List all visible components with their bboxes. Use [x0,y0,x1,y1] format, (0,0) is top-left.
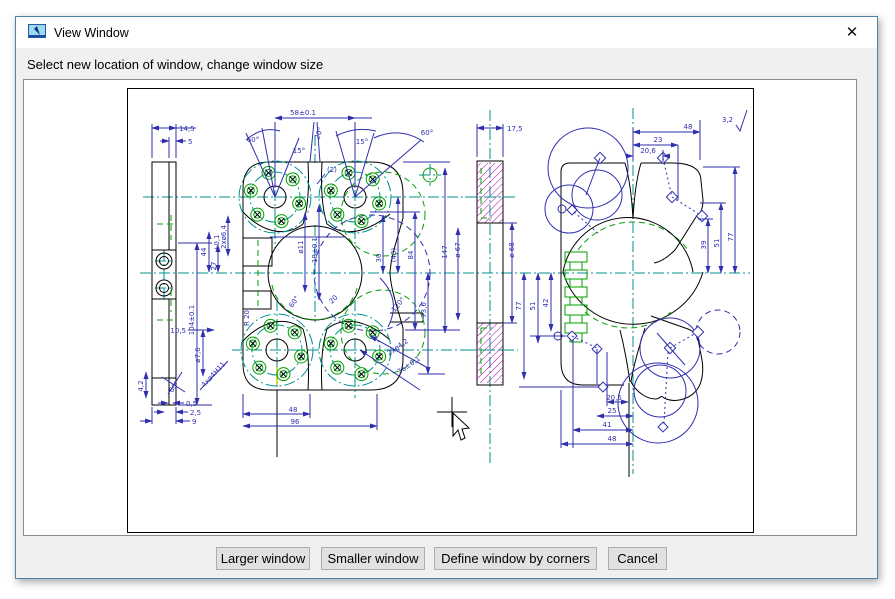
larger-window-button[interactable]: Larger window [216,547,310,570]
drawing-canvas[interactable] [23,79,857,536]
dialog-instruction: Select new location of window, change wi… [27,57,323,72]
smaller-window-button[interactable]: Smaller window [321,547,425,570]
titlebar: View Window ✕ [16,17,877,48]
view-window-dialog: View Window ✕ Select new location of win… [15,16,878,579]
close-button[interactable]: ✕ [837,22,867,44]
define-window-by-corners-button[interactable]: Define window by corners [434,547,597,570]
cancel-button[interactable]: Cancel [608,547,667,570]
window-title: View Window [54,26,129,40]
app-icon [28,24,46,40]
